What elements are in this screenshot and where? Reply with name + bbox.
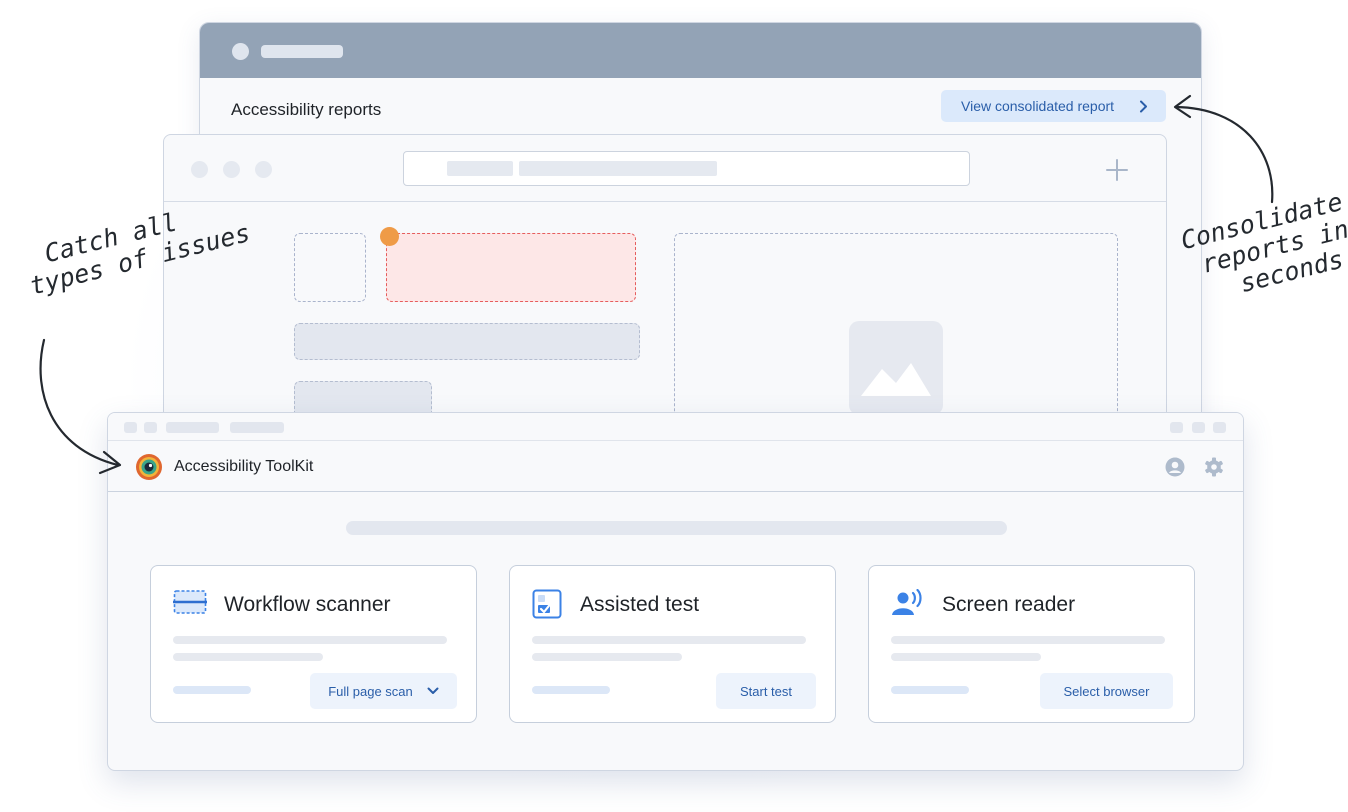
workflow-scanner-card[interactable]: Workflow scanner Full page scan xyxy=(150,565,477,723)
url-placeholder xyxy=(447,161,513,176)
text-placeholder xyxy=(532,636,806,644)
toolkit-window-topbar xyxy=(108,413,1243,441)
account-icon[interactable] xyxy=(1165,457,1185,477)
text-placeholder xyxy=(532,653,682,661)
text-placeholder xyxy=(891,653,1041,661)
browser-toolbar xyxy=(164,135,1166,202)
status-placeholder xyxy=(891,686,969,694)
stage: Accessibility reports View consolidated … xyxy=(0,0,1348,812)
chevron-right-icon xyxy=(1140,100,1147,113)
window-control xyxy=(1170,422,1183,433)
view-consolidated-report-label: View consolidated report xyxy=(961,98,1115,114)
annotation-arrow-left-icon xyxy=(39,338,122,475)
address-bar[interactable] xyxy=(403,151,970,186)
new-tab-plus-icon[interactable] xyxy=(1106,159,1128,181)
window-dot xyxy=(232,43,249,60)
element-outline xyxy=(294,233,366,302)
image-placeholder-icon xyxy=(849,321,943,415)
scanner-icon xyxy=(173,590,207,614)
window-control xyxy=(144,422,157,433)
select-browser-label: Select browser xyxy=(1063,683,1150,699)
reports-header: Accessibility reports View consolidated … xyxy=(200,78,1201,136)
window-control xyxy=(1192,422,1205,433)
annotation-arrow-right-icon xyxy=(1173,94,1274,204)
full-page-scan-label: Full page scan xyxy=(328,683,413,699)
url-placeholder xyxy=(519,161,717,176)
view-consolidated-report-button[interactable]: View consolidated report xyxy=(941,90,1166,122)
start-test-label: Start test xyxy=(739,683,793,699)
settings-gear-icon[interactable] xyxy=(1204,457,1224,477)
window-dot xyxy=(191,161,208,178)
text-placeholder xyxy=(173,636,447,644)
content-block-placeholder xyxy=(294,323,640,360)
toolkit-header: Accessibility ToolKit xyxy=(108,441,1243,492)
window-dot xyxy=(255,161,272,178)
text-placeholder xyxy=(173,653,323,661)
issue-marker-dot xyxy=(380,227,399,246)
search-placeholder-bar xyxy=(346,521,1007,535)
start-test-button[interactable]: Start test xyxy=(716,673,816,709)
screen-reader-card[interactable]: Screen reader Select browser xyxy=(868,565,1195,723)
select-browser-button[interactable]: Select browser xyxy=(1040,673,1173,709)
status-placeholder xyxy=(173,686,251,694)
window-dot xyxy=(223,161,240,178)
window-control xyxy=(1213,422,1226,433)
assisted-test-card[interactable]: Assisted test Start test xyxy=(509,565,836,723)
speaking-person-icon xyxy=(892,589,922,615)
tab-placeholder xyxy=(166,422,219,433)
status-placeholder xyxy=(532,686,610,694)
browser-preview-window xyxy=(163,134,1167,454)
app-title: Accessibility ToolKit xyxy=(174,458,314,475)
full-page-scan-button[interactable]: Full page scan xyxy=(310,673,457,709)
card-title: Assisted test xyxy=(580,593,700,616)
card-title: Workflow scanner xyxy=(224,593,391,616)
chevron-down-icon xyxy=(427,687,439,694)
text-placeholder xyxy=(891,636,1165,644)
reports-window-titlebar xyxy=(200,23,1201,78)
checklist-icon xyxy=(532,589,562,619)
titlebar-placeholder xyxy=(261,45,343,58)
tab-placeholder xyxy=(230,422,284,433)
card-title: Screen reader xyxy=(942,593,1076,616)
reports-title: Accessibility reports xyxy=(231,100,382,119)
error-highlight-box xyxy=(386,233,636,302)
toolkit-window: Accessibility ToolKit Workflow scanner F… xyxy=(107,412,1244,771)
